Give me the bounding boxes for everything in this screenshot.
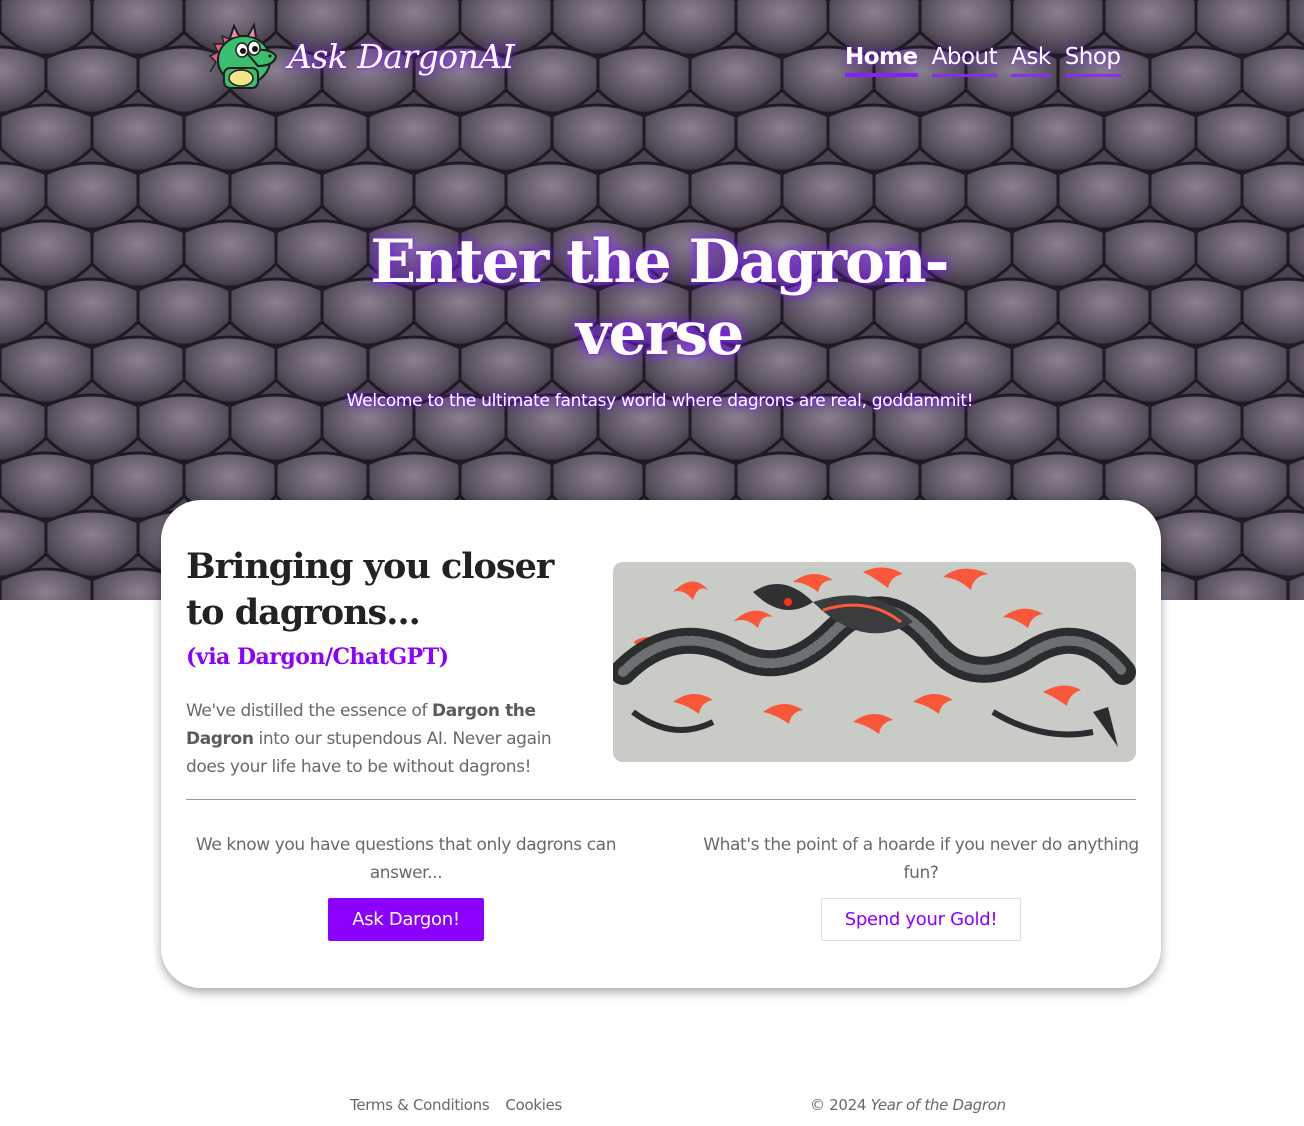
spend-gold-button[interactable]: Spend your Gold! <box>820 898 1022 941</box>
nav-home-link[interactable]: Home <box>845 44 918 77</box>
hero-title: Enter the Dagron-verse <box>370 227 949 369</box>
shop-cta-column: What's the point of a hoarde if you neve… <box>701 831 1141 941</box>
dragon-mascot-icon <box>208 22 278 89</box>
section-divider <box>186 799 1136 800</box>
nav-ask-link[interactable]: Ask <box>1011 44 1051 77</box>
card-title: Bringing you closer to dagrons... <box>186 546 554 633</box>
site-logo[interactable]: Ask DargonAI <box>206 22 515 90</box>
ask-cta-column: We know you have questions that only dag… <box>186 831 626 941</box>
card-subtitle: (via Dargon/ChatGPT) <box>186 644 449 670</box>
copyright-notice: © 2024 Year of the Dagron <box>810 1096 1006 1114</box>
intro-card: Bringing you closer to dagrons... (via D… <box>161 500 1161 988</box>
terms-link[interactable]: Terms & Conditions <box>350 1096 490 1114</box>
main-nav: Home About Ask Shop <box>845 44 1121 77</box>
nav-about-link[interactable]: About <box>931 44 998 77</box>
cookies-link[interactable]: Cookies <box>505 1096 562 1114</box>
logo-text: Ask DargonAI <box>288 36 515 76</box>
dragon-painting-image <box>613 562 1136 762</box>
shop-cta-text: What's the point of a hoarde if you neve… <box>703 835 1139 883</box>
ask-cta-text: We know you have questions that only dag… <box>195 835 617 883</box>
hero-subtitle: Welcome to the ultimate fantasy world wh… <box>346 391 974 411</box>
footer-links: Terms & Conditions Cookies <box>350 1096 562 1114</box>
card-description: We've distilled the essence of Dargon th… <box>186 701 552 777</box>
ask-dargon-button[interactable]: Ask Dargon! <box>328 898 484 941</box>
nav-shop-link[interactable]: Shop <box>1064 44 1121 77</box>
